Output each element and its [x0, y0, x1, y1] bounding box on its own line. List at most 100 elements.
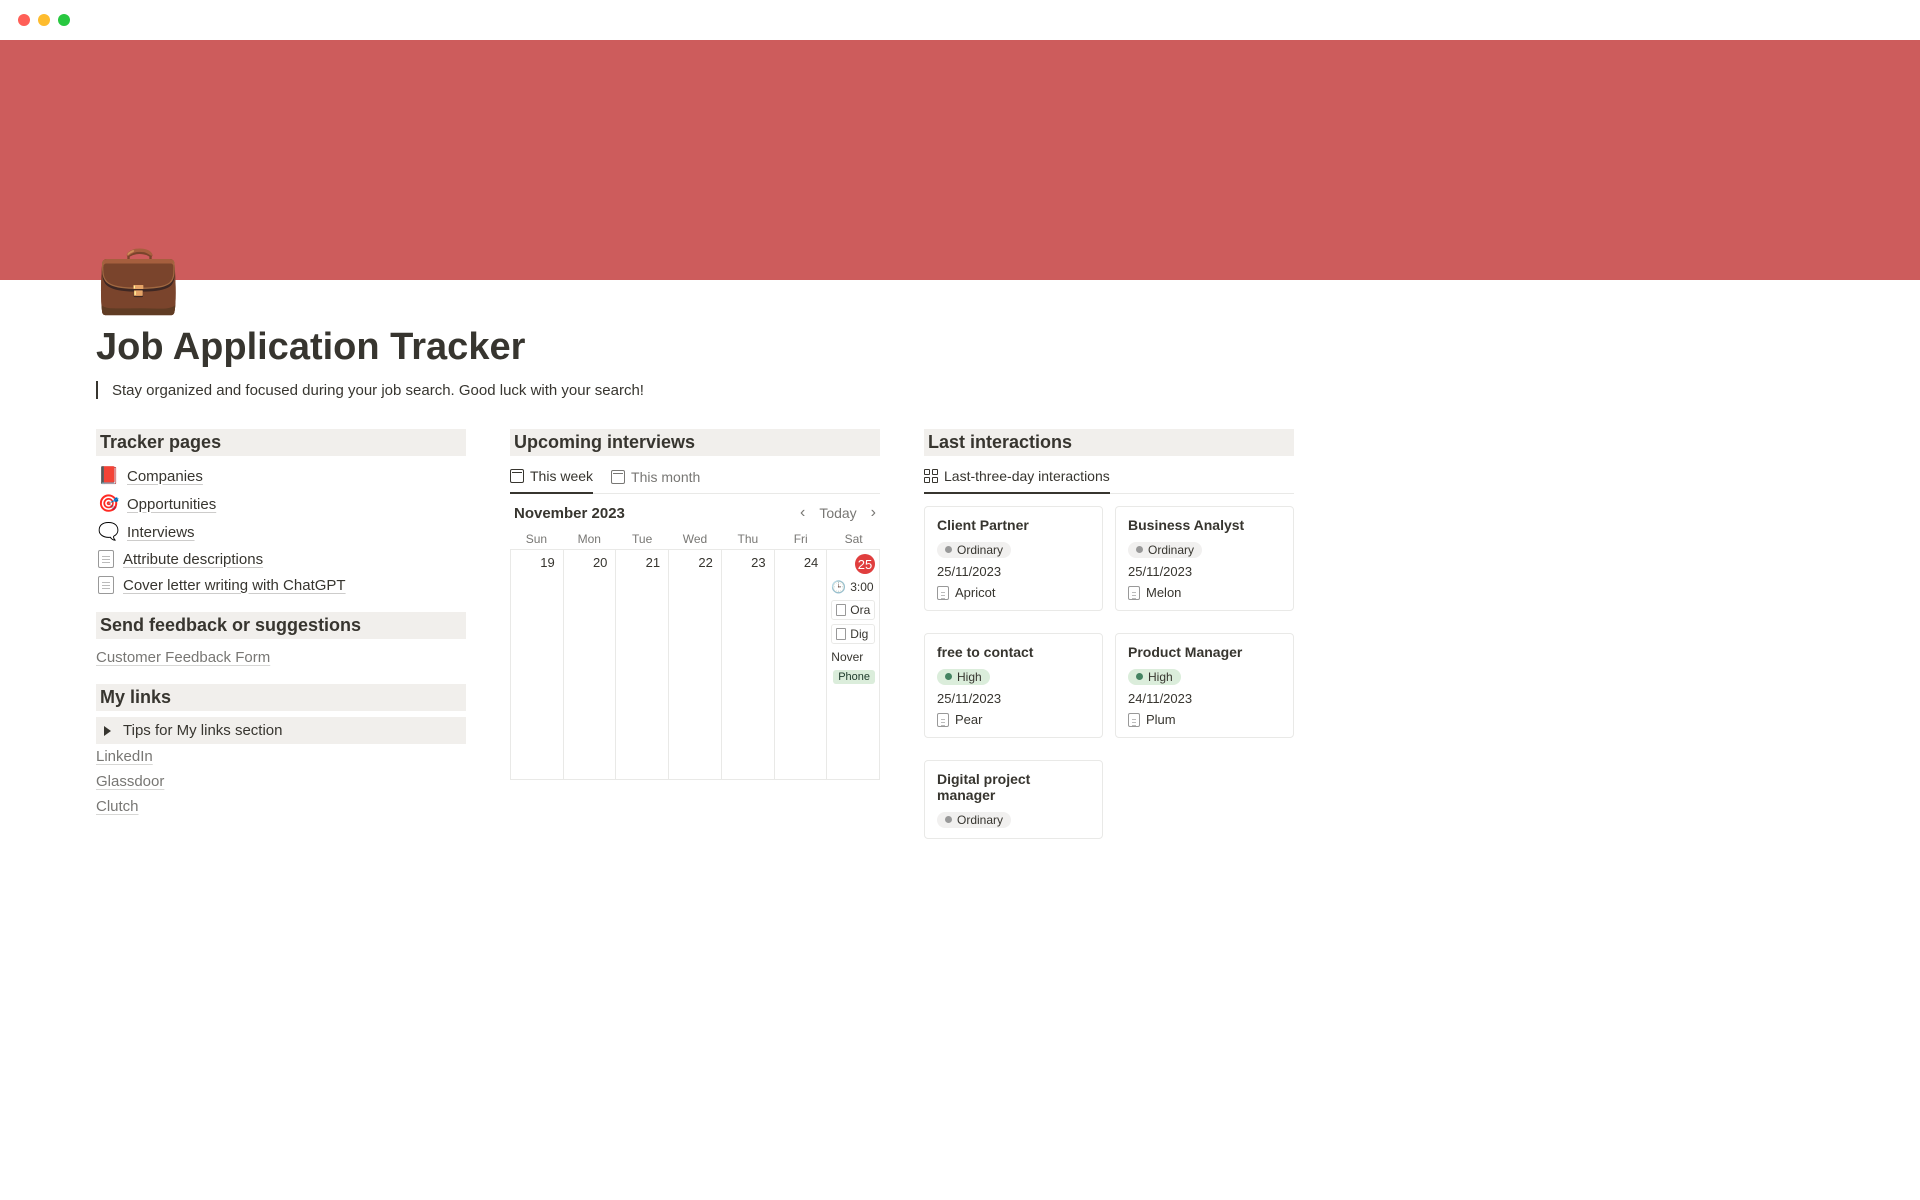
event-tag: Phone	[833, 670, 875, 684]
speech-icon: 🗨️	[98, 522, 118, 542]
tab-last-three-day[interactable]: Last-three-day interactions	[924, 462, 1110, 494]
priority-pill: Ordinary	[937, 812, 1011, 828]
card-title: Product Manager	[1128, 644, 1281, 660]
card-title: Digital project manager	[937, 771, 1090, 803]
nav-interviews[interactable]: 🗨️ Interviews	[96, 518, 466, 546]
nav-opportunities[interactable]: 🎯 Opportunities	[96, 490, 466, 518]
card-title: Client Partner	[937, 517, 1090, 533]
dot-icon	[945, 673, 952, 680]
nav-label: Attribute descriptions	[123, 551, 263, 568]
card-date: 24/11/2023	[1128, 691, 1281, 706]
card-date: 25/11/2023	[937, 564, 1090, 579]
last-interactions-heading: Last interactions	[924, 429, 1294, 456]
calendar-cell[interactable]: 21	[616, 550, 669, 780]
day-label: Thu	[721, 532, 774, 546]
nav-cover-letter[interactable]: Cover letter writing with ChatGPT	[96, 572, 466, 598]
cal-date-today: 25	[855, 554, 875, 574]
card-company: Pear	[937, 712, 1090, 727]
minimize-window-icon[interactable]	[38, 14, 50, 26]
nav-label: Cover letter writing with ChatGPT	[123, 577, 346, 594]
quote-bar-icon	[96, 381, 98, 399]
calendar-cell-today[interactable]: 25 🕒 3:00 Ora Dig Nover Phone	[827, 550, 880, 780]
window-controls	[0, 0, 1920, 40]
interaction-card[interactable]: Business Analyst Ordinary 25/11/2023 Mel…	[1115, 506, 1294, 611]
tab-this-month[interactable]: This month	[611, 462, 700, 493]
cal-date: 19	[536, 554, 558, 571]
day-label: Sat	[827, 532, 880, 546]
target-icon: 🎯	[98, 494, 118, 514]
document-icon	[1128, 713, 1140, 727]
event-time[interactable]: 🕒 3:00	[831, 578, 875, 596]
page-title: Job Application Tracker	[96, 326, 1824, 369]
link-linkedin[interactable]: LinkedIn	[96, 744, 466, 769]
priority-pill: Ordinary	[937, 542, 1011, 558]
event-item[interactable]: Ora	[831, 600, 875, 620]
day-label: Fri	[774, 532, 827, 546]
calendar-cell[interactable]: 24	[775, 550, 828, 780]
interactions-tabs: Last-three-day interactions	[924, 462, 1294, 494]
calendar-today-button[interactable]: Today	[819, 505, 856, 521]
interaction-card[interactable]: Product Manager High 24/11/2023 Plum	[1115, 633, 1294, 738]
interaction-card[interactable]: Client Partner Ordinary 25/11/2023 Apric…	[924, 506, 1103, 611]
day-label: Sun	[510, 532, 563, 546]
event-item[interactable]: Dig	[831, 624, 875, 644]
calendar-grid: 19 20 21 22 23 24 25 🕒 3:00 Ora Dig Nove…	[510, 549, 880, 780]
calendar-cell[interactable]: 19	[511, 550, 564, 780]
cal-date: 23	[747, 554, 769, 571]
calendar-cell[interactable]: 23	[722, 550, 775, 780]
close-window-icon[interactable]	[18, 14, 30, 26]
card-company: Apricot	[937, 585, 1090, 600]
calendar-prev-button[interactable]: ‹	[800, 504, 805, 522]
mylinks-tips-toggle[interactable]: Tips for My links section	[96, 717, 466, 744]
nav-attribute-descriptions[interactable]: Attribute descriptions	[96, 546, 466, 572]
cal-date: 24	[800, 554, 822, 571]
interaction-card[interactable]: free to contact High 25/11/2023 Pear	[924, 633, 1103, 738]
tab-label: This week	[530, 468, 593, 484]
tab-label: Last-three-day interactions	[944, 468, 1110, 484]
interaction-cards: Client Partner Ordinary 25/11/2023 Apric…	[924, 506, 1294, 849]
subtitle-block: Stay organized and focused during your j…	[96, 381, 1824, 399]
toggle-label: Tips for My links section	[123, 722, 283, 739]
calendar-next-button[interactable]: ›	[871, 504, 876, 522]
calendar-month-label: November 2023	[514, 505, 625, 522]
document-icon	[98, 576, 114, 594]
priority-pill: High	[1128, 669, 1181, 685]
calendar-icon	[611, 470, 625, 484]
book-icon: 📕	[98, 466, 118, 486]
interaction-card[interactable]: Digital project manager Ordinary	[924, 760, 1103, 839]
priority-pill: Ordinary	[1128, 542, 1202, 558]
triangle-right-icon	[104, 726, 111, 736]
tab-label: This month	[631, 469, 700, 485]
gallery-icon	[924, 469, 938, 483]
day-label: Tue	[616, 532, 669, 546]
cal-date: 21	[642, 554, 664, 571]
cover-banner[interactable]: 💼	[0, 40, 1920, 280]
calendar-tabs: This week This month	[510, 462, 880, 494]
feedback-form-link[interactable]: Customer Feedback Form	[96, 645, 466, 670]
maximize-window-icon[interactable]	[58, 14, 70, 26]
page-emoji-icon[interactable]: 💼	[96, 244, 181, 312]
nav-label: Companies	[127, 468, 203, 485]
calendar-day-header: Sun Mon Tue Wed Thu Fri Sat	[510, 524, 880, 549]
tracker-pages-heading: Tracker pages	[96, 429, 466, 456]
link-clutch[interactable]: Clutch	[96, 794, 466, 819]
event-item[interactable]: Nover	[831, 648, 875, 666]
dot-icon	[1136, 546, 1143, 553]
calendar-cell[interactable]: 22	[669, 550, 722, 780]
dot-icon	[945, 546, 952, 553]
card-title: free to contact	[937, 644, 1090, 660]
calendar-cell[interactable]: 20	[564, 550, 617, 780]
calendar-icon	[510, 469, 524, 483]
document-icon	[836, 628, 846, 640]
document-icon	[98, 550, 114, 568]
card-date: 25/11/2023	[1128, 564, 1281, 579]
link-glassdoor[interactable]: Glassdoor	[96, 769, 466, 794]
tab-this-week[interactable]: This week	[510, 462, 593, 494]
day-label: Wed	[669, 532, 722, 546]
cal-date: 22	[694, 554, 716, 571]
subtitle-text: Stay organized and focused during your j…	[112, 382, 644, 399]
nav-companies[interactable]: 📕 Companies	[96, 462, 466, 490]
day-label: Mon	[563, 532, 616, 546]
mylinks-heading: My links	[96, 684, 466, 711]
document-icon	[1128, 586, 1140, 600]
